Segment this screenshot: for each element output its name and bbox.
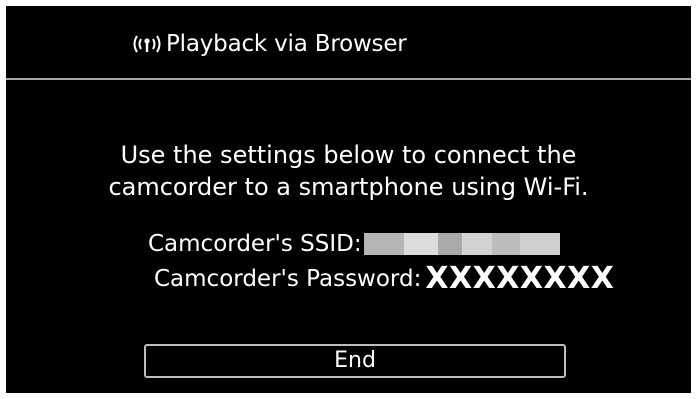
instructions-text: Use the settings below to connect the ca… [6,139,691,203]
instructions-line-1: Use the settings below to connect the [120,141,577,169]
ssid-value-obscured [363,233,560,255]
ssid-label: Camcorder's SSID: [148,231,362,257]
camcorder-screen: Playback via Browser Use the settings be… [6,6,691,393]
title-bar: Playback via Browser [6,6,691,78]
password-label: Camcorder's Password: [154,266,422,292]
title-divider [6,78,691,80]
wifi-broadcast-icon [130,33,164,55]
ssid-row: Camcorder's SSID: [148,228,560,260]
instructions-line-2: camcorder to a smartphone using Wi-Fi. [108,173,589,201]
password-row: Camcorder's Password: XXXXXXXX [154,262,614,296]
page-title: Playback via Browser [166,31,407,57]
end-button[interactable]: End [144,344,566,378]
password-value: XXXXXXXX [425,261,615,296]
